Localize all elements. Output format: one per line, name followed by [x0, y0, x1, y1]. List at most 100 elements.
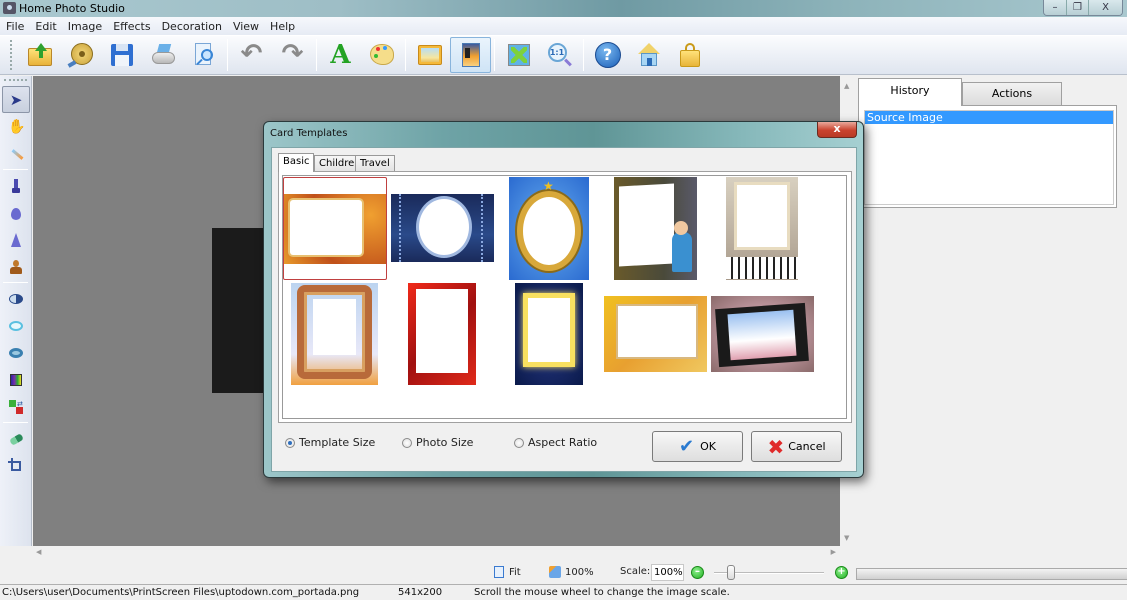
template-size-option[interactable]: Template Size: [285, 436, 375, 449]
menu-help[interactable]: Help: [270, 20, 295, 33]
menu-view[interactable]: View: [233, 20, 259, 33]
buy-button[interactable]: [669, 37, 710, 73]
print-preview-button[interactable]: [183, 37, 224, 73]
actual-size-button[interactable]: 1:1: [539, 37, 580, 73]
history-item[interactable]: Source Image: [865, 111, 1113, 124]
fit-to-window-button[interactable]: [498, 37, 539, 73]
template-size-radio[interactable]: [285, 437, 295, 448]
template-yellow-autumn-frame[interactable]: [604, 296, 707, 372]
photo-size-option[interactable]: Photo Size: [402, 436, 473, 449]
template-red-chain-frame[interactable]: [408, 283, 476, 385]
lighten-tool-icon: [8, 318, 24, 334]
palette-grip[interactable]: [4, 79, 27, 83]
scroll-left-arrow[interactable]: ◀: [36, 548, 41, 556]
title-bar: Home Photo Studio – ❐ X: [0, 0, 1127, 17]
menu-file[interactable]: File: [6, 20, 24, 33]
open-button[interactable]: [19, 37, 60, 73]
hand-tool-icon: ✋: [8, 118, 26, 135]
tool-palette: ➤ ✋ ⇄: [0, 76, 32, 546]
scroll-down-arrow[interactable]: ▼: [844, 534, 849, 542]
clone-stamp-tool[interactable]: [2, 253, 30, 280]
crop-tool[interactable]: [2, 452, 30, 479]
template-starry-night-frame[interactable]: [515, 283, 583, 385]
eraser-tool[interactable]: [2, 425, 30, 452]
menu-effects[interactable]: Effects: [113, 20, 150, 33]
card-templates-button[interactable]: [450, 37, 491, 73]
tab-travel[interactable]: Travel: [355, 155, 395, 171]
photo-size-radio[interactable]: [402, 437, 412, 448]
eraser-tool-icon: [8, 431, 24, 447]
toolbar-separator: [494, 39, 495, 71]
canvas-horizontal-scrollbar[interactable]: ◀ ▶: [33, 546, 840, 559]
magic-wand-tool[interactable]: [2, 140, 30, 167]
template-painter-easel-frame[interactable]: [614, 177, 697, 280]
toolbar-separator: [405, 39, 406, 71]
template-filmstrip-flowers-frame[interactable]: [711, 296, 814, 372]
fit-icon: [494, 566, 504, 578]
tab-basic[interactable]: Basic: [278, 153, 315, 172]
template-piano-vintage-frame[interactable]: [726, 177, 798, 280]
save-button[interactable]: [101, 37, 142, 73]
sharpen-tool[interactable]: [2, 226, 30, 253]
template-ornate-baroque-frame[interactable]: [291, 283, 378, 385]
scroll-right-arrow[interactable]: ▶: [831, 548, 836, 556]
frames-button[interactable]: [409, 37, 450, 73]
fit-to-window-icon: [506, 42, 532, 68]
undo-button[interactable]: ↶: [231, 37, 272, 73]
toolbar-grip[interactable]: [10, 40, 13, 70]
ok-button[interactable]: ✔ OK: [652, 431, 743, 462]
color-replace-tool[interactable]: ⇄: [2, 393, 30, 420]
redo-button[interactable]: ↷: [272, 37, 313, 73]
scroll-up-arrow[interactable]: ▲: [844, 82, 849, 90]
menu-image[interactable]: Image: [68, 20, 102, 33]
text-icon: A: [330, 40, 351, 70]
template-golden-oval-mirror-frame[interactable]: ★: [509, 177, 589, 280]
status-bar: C:\Users\user\Documents\PrintScreen File…: [0, 586, 1127, 600]
tab-actions[interactable]: Actions: [962, 82, 1062, 105]
zoom-slider-thumb[interactable]: [726, 565, 735, 580]
brush-tool-icon: [8, 178, 24, 194]
status-image-dimensions: 541x200: [398, 587, 443, 598]
home-button[interactable]: [628, 37, 669, 73]
brush-tool[interactable]: [2, 172, 30, 199]
darken-tool[interactable]: [2, 339, 30, 366]
window-controls: – ❐ X: [1043, 0, 1123, 16]
pointer-tool[interactable]: ➤: [2, 86, 30, 113]
aspect-ratio-radio[interactable]: [514, 437, 524, 448]
dialog-close-button[interactable]: x: [817, 122, 857, 138]
contrast-tool[interactable]: [2, 285, 30, 312]
aspect-ratio-option[interactable]: Aspect Ratio: [514, 436, 597, 449]
text-button[interactable]: A: [320, 37, 361, 73]
template-autumn-leaves-frame[interactable]: [283, 177, 387, 280]
blur-tool[interactable]: [2, 199, 30, 226]
lighten-tool[interactable]: [2, 312, 30, 339]
ok-label: OK: [700, 440, 716, 453]
darken-tool-icon: [8, 345, 24, 361]
help-button[interactable]: ?: [587, 37, 628, 73]
slideshow-button[interactable]: [60, 37, 101, 73]
photo-size-label: Photo Size: [416, 436, 474, 449]
actual-size-label: 100%: [565, 566, 594, 578]
palette-icon: [369, 42, 395, 68]
print-button[interactable]: [142, 37, 183, 73]
actual-size-zoom-button[interactable]: 100%: [549, 566, 594, 578]
cancel-button[interactable]: ✖ Cancel: [751, 431, 842, 462]
minimize-button[interactable]: –: [1044, 0, 1066, 15]
template-moon-night-frame[interactable]: [391, 194, 494, 262]
colors-button[interactable]: [361, 37, 402, 73]
zoom-out-button[interactable]: –: [691, 566, 704, 579]
color-balance-tool[interactable]: [2, 366, 30, 393]
zoom-in-button[interactable]: +: [835, 566, 848, 579]
history-panel: History Actions Source Image: [855, 76, 1127, 559]
close-window-button[interactable]: X: [1088, 0, 1122, 15]
hand-tool[interactable]: ✋: [2, 113, 30, 140]
restore-button[interactable]: ❐: [1066, 0, 1088, 15]
print-icon: [150, 42, 176, 68]
tab-history[interactable]: History: [858, 78, 962, 106]
menu-decoration[interactable]: Decoration: [162, 20, 222, 33]
crop-tool-icon: [8, 457, 24, 474]
menu-edit[interactable]: Edit: [35, 20, 56, 33]
blur-tool-icon: [8, 205, 24, 221]
fit-button[interactable]: Fit: [494, 566, 521, 578]
scale-input[interactable]: 100%: [651, 564, 684, 581]
